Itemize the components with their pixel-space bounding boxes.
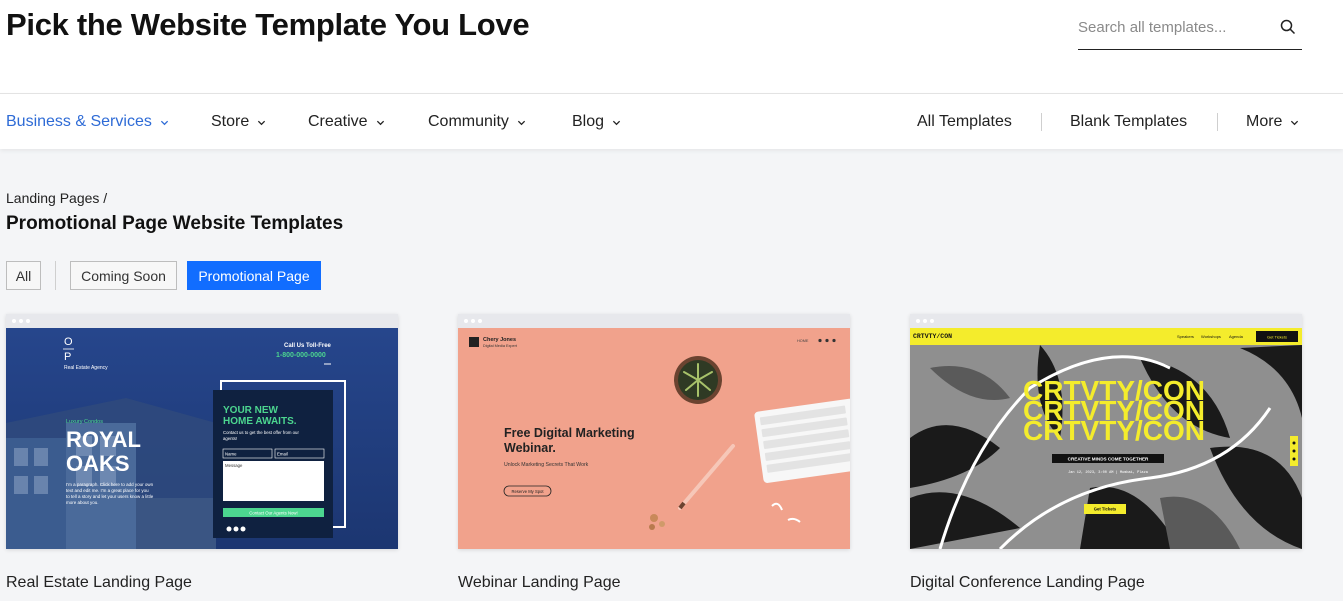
chevron-down-icon xyxy=(376,120,384,125)
conf-nav-tickets: Get Tickets xyxy=(1267,335,1287,340)
card-caption-real-estate[interactable]: Real Estate Landing Page xyxy=(6,574,192,592)
header: Pick the Website Template You Love xyxy=(0,0,1343,93)
para-line: more about you. xyxy=(66,500,99,505)
nav-creative[interactable]: Creative xyxy=(308,113,385,131)
para-line: text and edit me. I'm a great place for … xyxy=(66,488,149,493)
template-card-real-estate[interactable]: O P Real Estate Agency Call Us Toll-Free… xyxy=(6,314,398,549)
agency-text: Real Estate Agency xyxy=(64,365,108,371)
logo-o: O xyxy=(64,336,73,348)
conf-nav-workshops: Workshops xyxy=(1201,334,1221,339)
brand-subtitle: Digital Media Expert xyxy=(483,344,518,348)
filter-divider xyxy=(55,261,56,290)
page-title: Promotional Page Website Templates xyxy=(6,213,344,234)
nav-divider xyxy=(1217,113,1218,131)
nav-label: Store xyxy=(211,113,250,130)
nav-label: Creative xyxy=(308,113,368,130)
conf-headline-echo: CRTVTY/CON xyxy=(1023,415,1205,446)
nav-more[interactable]: More xyxy=(1246,113,1299,131)
nav-divider xyxy=(1041,113,1042,131)
search-icon[interactable] xyxy=(1280,19,1296,35)
chevron-down-icon xyxy=(258,120,266,125)
browser-bar xyxy=(458,314,850,328)
call-text: Call Us Toll-Free xyxy=(284,343,332,349)
form-email-field: Email xyxy=(277,452,288,457)
nav-label: More xyxy=(1246,113,1283,130)
nav-label: All Templates xyxy=(917,113,1012,130)
search-box[interactable] xyxy=(1078,10,1302,50)
filter-all[interactable]: All xyxy=(6,261,41,290)
nav-store[interactable]: Store xyxy=(211,113,266,131)
template-card-webinar[interactable]: Chery Jones Digital Media Expert HOME Fr… xyxy=(458,314,850,549)
template-card-digital-conference[interactable]: CRTVTY/CON Speakers Workshops Agenda Get… xyxy=(910,314,1302,549)
template-thumbnail: O P Real Estate Agency Call Us Toll-Free… xyxy=(6,328,398,549)
template-thumbnail: Chery Jones Digital Media Expert HOME Fr… xyxy=(458,328,850,549)
browser-bar xyxy=(910,314,1302,328)
conf-tickets-button: Get Tickets xyxy=(1094,507,1117,512)
nav-label: Blank Templates xyxy=(1070,113,1188,130)
conf-logo: CRTVTY/CON xyxy=(913,333,952,340)
page-heading: Pick the Website Template You Love xyxy=(6,7,530,42)
webinar-title-1: Free Digital Marketing xyxy=(504,426,635,440)
nav-label: Community xyxy=(428,113,509,130)
card-caption-webinar[interactable]: Webinar Landing Page xyxy=(458,574,621,592)
form-name-field: Name xyxy=(225,452,237,457)
chevron-down-icon xyxy=(1291,120,1299,125)
form-heading-2: HOME AWAITS. xyxy=(223,416,297,427)
chevron-down-icon xyxy=(160,120,168,125)
filter-coming-soon[interactable]: Coming Soon xyxy=(70,261,177,290)
search-input[interactable] xyxy=(1078,16,1278,38)
chevron-down-icon xyxy=(612,120,621,125)
card-caption-digital-conference[interactable]: Digital Conference Landing Page xyxy=(910,574,1145,592)
brand-name: Chery Jones xyxy=(483,337,516,343)
conf-tagline: CREATIVE MINDS COME TOGETHER xyxy=(1068,457,1149,462)
chevron-down-icon xyxy=(517,120,526,125)
nav-all-templates[interactable]: All Templates xyxy=(917,113,1012,131)
nav-community[interactable]: Community xyxy=(428,113,526,131)
form-sub-2: agents! xyxy=(223,436,237,441)
para-line: I'm a paragraph. Click here to add your … xyxy=(66,482,154,487)
form-submit-button: Contact Our Agents Now! xyxy=(249,510,297,515)
webinar-subtitle: Unlock Marketing Secrets That Work xyxy=(504,462,589,468)
nav-blank-templates[interactable]: Blank Templates xyxy=(1070,113,1187,131)
browser-bar xyxy=(6,314,398,328)
nav-label: Blog xyxy=(572,113,605,130)
breadcrumb[interactable]: Landing Pages / xyxy=(6,190,107,206)
para-line: to tell a story and let your users know … xyxy=(66,494,154,499)
conf-date: Jan 12, 2023, 3:00 AM | Mumbai, Plaza xyxy=(1068,470,1149,475)
filter-promotional-page[interactable]: Promotional Page xyxy=(187,261,321,290)
form-heading-1: YOUR NEW xyxy=(223,405,279,416)
logo-p: P xyxy=(64,351,71,363)
kicker: Luxury Condos xyxy=(66,419,103,425)
conf-nav-agenda: Agenda xyxy=(1229,334,1244,339)
form-message-field: Message xyxy=(225,463,243,468)
reserve-button: Reserve My Spot xyxy=(511,489,544,494)
form-sub-1: Contact us to get the best offer from ou… xyxy=(223,430,299,435)
conf-nav-speakers: Speakers xyxy=(1177,334,1194,339)
phone-text: 1-800-000-0000 xyxy=(276,352,326,359)
template-thumbnail: CRTVTY/CON Speakers Workshops Agenda Get… xyxy=(910,328,1302,549)
nav-label: Business & Services xyxy=(6,113,152,130)
name-oaks: OAKS xyxy=(66,451,130,476)
webinar-title-2: Webinar. xyxy=(504,441,556,455)
nav-home: HOME xyxy=(797,339,809,343)
category-nav: Business & Services Store Creative Commu… xyxy=(0,93,1343,149)
nav-business-services[interactable]: Business & Services xyxy=(6,113,169,131)
name-royal: ROYAL xyxy=(66,427,141,452)
nav-blog[interactable]: Blog xyxy=(572,113,621,131)
